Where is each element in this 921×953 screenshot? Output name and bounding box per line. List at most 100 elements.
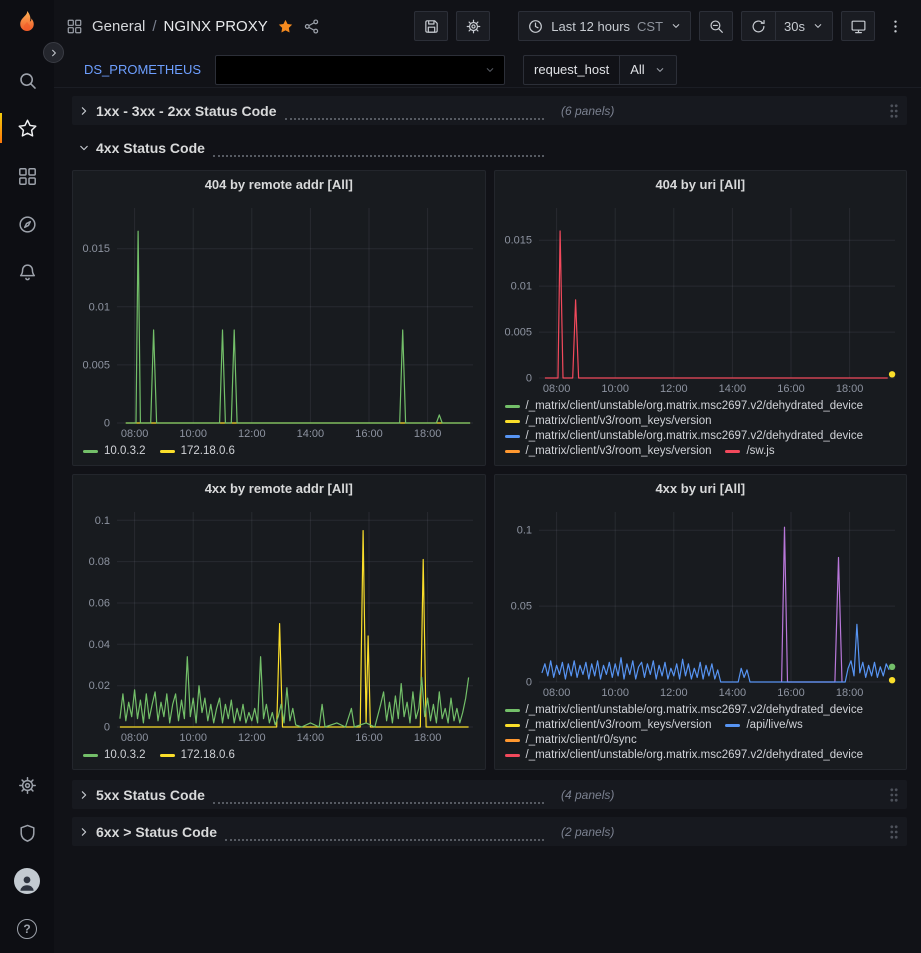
chart-legend: 10.0.3.2 172.18.0.6 bbox=[73, 443, 485, 465]
legend-item[interactable]: /_matrix/client/unstable/org.matrix.msc2… bbox=[505, 749, 864, 761]
sidebar-item-starred[interactable] bbox=[0, 104, 54, 152]
series-color-swatch bbox=[505, 420, 520, 423]
header-toolbar: Last 12 hours CST 30s bbox=[414, 11, 907, 41]
svg-text:0.1: 0.1 bbox=[516, 525, 531, 537]
row-panel-count: (4 panels) bbox=[561, 788, 614, 802]
svg-text:0.02: 0.02 bbox=[89, 680, 110, 692]
sidebar-item-explore[interactable] bbox=[0, 200, 54, 248]
panel-4xx-by-uri: 4xx by uri [All] 00.050.108:0010:0012:00… bbox=[494, 474, 908, 770]
panel-title[interactable]: 404 by uri [All] bbox=[495, 171, 907, 198]
legend-item[interactable]: 10.0.3.2 bbox=[83, 445, 146, 457]
row-header-6xx[interactable]: 6xx > Status Code (2 panels) bbox=[72, 817, 907, 846]
sidebar-item-search[interactable] bbox=[0, 56, 54, 104]
legend-label: /_matrix/client/v3/room_keys/version bbox=[526, 415, 712, 427]
time-series-chart[interactable]: 00.020.040.060.080.108:0010:0012:0014:00… bbox=[73, 502, 485, 747]
dashboard-apps-icon[interactable] bbox=[66, 18, 83, 35]
legend-item[interactable]: /api/live/ws bbox=[725, 719, 802, 731]
row-title-group: 1xx - 3xx - 2xx Status Code bbox=[96, 101, 551, 120]
sidebar-item-profile[interactable] bbox=[0, 857, 54, 905]
save-dashboard-button[interactable] bbox=[414, 11, 448, 41]
variable-select-request-host[interactable]: All bbox=[620, 55, 676, 85]
legend-item[interactable]: 172.18.0.6 bbox=[160, 445, 235, 457]
svg-text:0: 0 bbox=[525, 373, 531, 385]
kebab-icon bbox=[887, 18, 904, 35]
tv-mode-button[interactable] bbox=[841, 11, 875, 41]
variable-select-ds-prometheus[interactable] bbox=[215, 55, 505, 85]
chevron-down-icon bbox=[670, 20, 682, 32]
legend-item[interactable]: /_matrix/client/unstable/org.matrix.msc2… bbox=[505, 400, 864, 412]
time-zone-label: CST bbox=[637, 19, 663, 34]
legend-item[interactable]: /_matrix/client/r0/sync bbox=[505, 734, 637, 746]
breadcrumb-section[interactable]: General bbox=[92, 18, 145, 35]
time-range-picker[interactable]: Last 12 hours CST bbox=[518, 11, 691, 41]
kebab-menu-button[interactable] bbox=[883, 11, 907, 41]
row-header-5xx[interactable]: 5xx Status Code (4 panels) bbox=[72, 780, 907, 809]
series-color-swatch bbox=[505, 450, 520, 453]
panel-title[interactable]: 4xx by uri [All] bbox=[495, 475, 907, 502]
refresh-icon bbox=[750, 18, 767, 35]
gear-icon bbox=[17, 775, 38, 796]
svg-text:14:00: 14:00 bbox=[297, 428, 325, 440]
legend-item[interactable]: /_matrix/client/v3/room_keys/version bbox=[505, 415, 712, 427]
time-series-chart[interactable]: 00.0050.010.01508:0010:0012:0014:0016:00… bbox=[73, 198, 485, 443]
sidebar-item-configuration[interactable] bbox=[0, 761, 54, 809]
save-icon bbox=[423, 18, 440, 35]
dashboard-settings-button[interactable] bbox=[456, 11, 490, 41]
drag-handle-icon[interactable] bbox=[889, 103, 902, 119]
row-header-4xx[interactable]: 4xx Status Code bbox=[72, 133, 907, 162]
series-color-swatch bbox=[725, 724, 740, 727]
legend-label: /_matrix/client/r0/sync bbox=[526, 734, 637, 746]
svg-text:0.01: 0.01 bbox=[89, 301, 110, 313]
legend-item[interactable]: /_matrix/client/unstable/org.matrix.msc2… bbox=[505, 704, 864, 716]
breadcrumb-title[interactable]: NGINX PROXY bbox=[164, 18, 268, 35]
series-color-swatch bbox=[725, 450, 740, 453]
series-color-swatch bbox=[83, 754, 98, 757]
grafana-logo[interactable] bbox=[12, 9, 42, 42]
svg-text:08:00: 08:00 bbox=[121, 732, 149, 744]
time-series-chart[interactable]: 00.0050.010.01508:0010:0012:0014:0016:00… bbox=[495, 198, 907, 398]
row-title: 5xx Status Code bbox=[96, 787, 205, 803]
zoom-out-button[interactable] bbox=[699, 11, 733, 41]
legend-item[interactable]: /_matrix/client/unstable/org.matrix.msc2… bbox=[505, 430, 864, 442]
refresh-button-group: 30s bbox=[741, 11, 833, 41]
time-series-chart[interactable]: 00.050.108:0010:0012:0014:0016:0018:00 bbox=[495, 502, 907, 702]
sidebar-expand-button[interactable] bbox=[43, 42, 64, 63]
search-icon bbox=[17, 70, 38, 91]
row-header-1xx-3xx-2xx[interactable]: 1xx - 3xx - 2xx Status Code (6 panels) bbox=[72, 96, 907, 125]
sidebar-item-server-admin[interactable] bbox=[0, 809, 54, 857]
legend-item[interactable]: /_matrix/client/v3/room_keys/version bbox=[505, 719, 712, 731]
dotted-leader bbox=[213, 794, 544, 804]
svg-text:14:00: 14:00 bbox=[718, 383, 746, 395]
variable-value-request-host: All bbox=[630, 62, 644, 77]
legend-item[interactable]: 10.0.3.2 bbox=[83, 749, 146, 761]
legend-item[interactable]: /_matrix/client/v3/room_keys/version bbox=[505, 445, 712, 457]
refresh-interval-dropdown[interactable]: 30s bbox=[775, 11, 833, 41]
share-icon[interactable] bbox=[303, 18, 320, 35]
sidebar-item-alerting[interactable] bbox=[0, 248, 54, 296]
panel-title[interactable]: 404 by remote addr [All] bbox=[73, 171, 485, 198]
chart-canvas: 00.020.040.060.080.108:0010:0012:0014:00… bbox=[73, 502, 485, 747]
svg-text:14:00: 14:00 bbox=[718, 687, 746, 699]
row-panel-count: (6 panels) bbox=[561, 104, 614, 118]
row-title-group: 4xx Status Code bbox=[96, 138, 551, 157]
svg-text:16:00: 16:00 bbox=[777, 383, 805, 395]
sidebar-item-dashboards[interactable] bbox=[0, 152, 54, 200]
legend-item[interactable]: 172.18.0.6 bbox=[160, 749, 235, 761]
refresh-button[interactable] bbox=[741, 11, 775, 41]
panel-title[interactable]: 4xx by remote addr [All] bbox=[73, 475, 485, 502]
favorite-star-icon[interactable] bbox=[277, 18, 294, 35]
svg-text:0.005: 0.005 bbox=[82, 359, 110, 371]
svg-text:12:00: 12:00 bbox=[660, 687, 688, 699]
svg-text:10:00: 10:00 bbox=[179, 732, 207, 744]
variable-label-ds-prometheus[interactable]: DS_PROMETHEUS bbox=[74, 55, 211, 85]
variable-request-host: request_host All bbox=[523, 55, 677, 85]
drag-handle-icon[interactable] bbox=[889, 787, 902, 803]
top-header: General / NGINX PROXY Last 12 hours CST bbox=[54, 0, 921, 52]
legend-item[interactable]: /sw.js bbox=[725, 445, 774, 457]
svg-text:0.015: 0.015 bbox=[82, 243, 110, 255]
chevron-right-icon bbox=[77, 788, 96, 802]
main-area: General / NGINX PROXY Last 12 hours CST bbox=[54, 0, 921, 953]
shield-icon bbox=[17, 823, 38, 844]
sidebar-item-help[interactable]: ? bbox=[0, 905, 54, 953]
drag-handle-icon[interactable] bbox=[889, 824, 902, 840]
